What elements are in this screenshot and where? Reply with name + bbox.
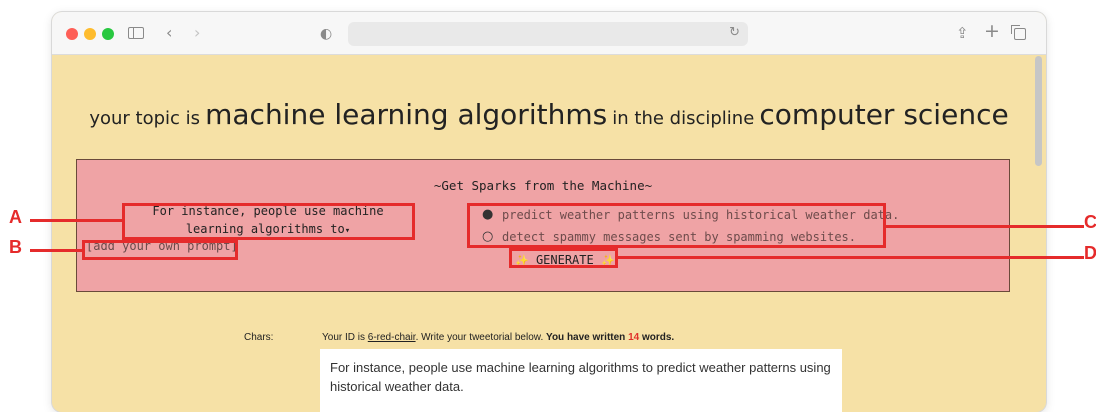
reload-icon[interactable]: ↻ (729, 25, 740, 40)
chevron-left-icon[interactable]: ‹ (166, 23, 172, 43)
share-icon[interactable]: ⇪ (956, 23, 969, 43)
word-count: 14 (628, 332, 640, 343)
topic-name: machine learning algorithms (205, 98, 608, 131)
id-suffix: . Write your tweetorial below. (415, 332, 544, 343)
annotation-line-c (885, 225, 1084, 228)
id-status-line: Your ID is 6-red-chair. Write your tweet… (322, 332, 674, 343)
minimize-window-button[interactable] (84, 28, 96, 40)
chevron-right-icon[interactable]: › (194, 23, 200, 43)
written-suffix: words. (641, 332, 675, 343)
annotation-box-c (467, 203, 886, 248)
annotation-line-d (617, 256, 1084, 259)
annotation-box-d (509, 248, 618, 268)
annotation-label-a: A (9, 207, 22, 227)
annotation-box-b (82, 240, 238, 260)
annotation-label-c: C (1084, 212, 1096, 232)
plus-icon[interactable]: + (984, 21, 1000, 41)
shield-icon[interactable]: ◐ (320, 24, 332, 44)
panel-title: ~Get Sparks from the Machine~ (433, 178, 653, 193)
annotation-label-b: B (9, 237, 22, 257)
tabs-icon[interactable] (1011, 25, 1026, 40)
annotation-line-a (30, 219, 123, 222)
address-bar[interactable]: ↻ (348, 22, 748, 46)
sidebar-icon[interactable] (128, 27, 144, 39)
tweet-textarea[interactable]: For instance, people use machine learnin… (320, 349, 842, 412)
written-prefix: You have written (546, 332, 626, 343)
topic-heading: your topic is machine learning algorithm… (52, 98, 1046, 131)
annotation-line-b (30, 249, 83, 252)
chars-label: Chars: (244, 332, 274, 343)
discipline-name: computer science (759, 98, 1009, 131)
close-window-button[interactable] (66, 28, 78, 40)
topic-prefix: your topic is (89, 108, 201, 129)
browser-toolbar: ‹ › ◐ ↻ ⇪ + (52, 12, 1046, 55)
user-id-link[interactable]: 6-red-chair (368, 332, 416, 343)
annotation-box-a (122, 203, 415, 240)
id-prefix: Your ID is (322, 332, 365, 343)
annotation-label-d: D (1084, 243, 1096, 263)
zoom-window-button[interactable] (102, 28, 114, 40)
topic-middle: in the discipline (612, 108, 755, 129)
